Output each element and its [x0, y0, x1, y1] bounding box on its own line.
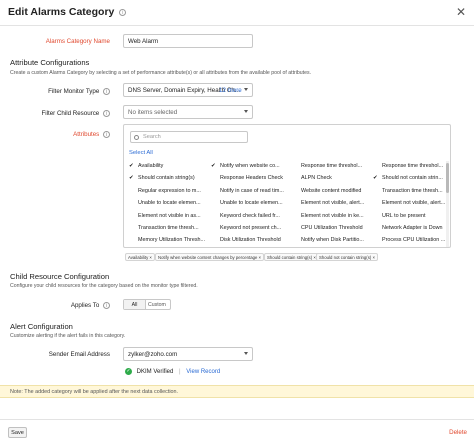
attribute-option[interactable]: Regular expression to m... [138, 188, 214, 194]
applies-to-label-text: Applies To [70, 302, 100, 310]
more-link[interactable]: 12 more [219, 87, 242, 94]
category-name-input[interactable]: Web Alarm [123, 34, 253, 48]
attribute-option[interactable]: Should contain string(s) [138, 175, 214, 181]
attribute-option[interactable]: Notify when website co... [220, 163, 296, 169]
attribute-option[interactable]: Website content modified [301, 188, 377, 194]
attribute-option[interactable]: URL to be present [382, 213, 452, 219]
attribute-option[interactable]: Network Adapter is Down [382, 225, 452, 231]
scrollbar-thumb[interactable] [446, 163, 449, 193]
applies-to-segmented-control: All Custom [123, 299, 171, 310]
note-banner: Note: The added category will be applied… [0, 385, 474, 398]
attribute-option[interactable]: ALPN Check [301, 175, 377, 181]
dialog-header: Edit Alarms Category i ✕ [0, 0, 474, 26]
info-icon[interactable]: i [119, 8, 127, 16]
sender-email-label: Sender Email Address [48, 351, 110, 358]
sender-email-select[interactable]: zylker@zoho.com [123, 347, 253, 361]
category-name-label: Alarms Category Name [45, 38, 110, 45]
attribute-chip[interactable]: Should not contain string(s) × [316, 253, 379, 261]
dkim-separator: | [179, 369, 181, 376]
info-icon[interactable]: i [103, 131, 110, 138]
attributes-panel: Search Select All ✔ Availability ✔ Notify w… [123, 124, 451, 248]
attribute-option[interactable]: Transaction time thresh... [382, 188, 452, 194]
attribute-option[interactable]: CPU Utilization Threshold [301, 225, 377, 231]
edit-alarms-category-dialog: Edit Alarms Category i ✕ Alarms Category… [0, 0, 474, 445]
alert-config-title: Alert Configuration [10, 322, 73, 331]
attribute-chip[interactable]: Availability × [125, 253, 155, 261]
dkim-status-text: DKIM Verified [136, 369, 174, 376]
attribute-option[interactable]: Unable to locate elemen... [138, 200, 214, 206]
attribute-option[interactable]: Notify in case of read tim... [220, 188, 296, 194]
select-all-link[interactable]: Select All [129, 150, 153, 156]
info-icon[interactable]: i [103, 302, 110, 309]
attribute-option[interactable]: Element not visible in as... [138, 213, 214, 219]
attribute-option[interactable]: Should not contain strin... [382, 175, 452, 181]
attributes-label: Attributes i [0, 131, 110, 138]
dkim-status: ✓ DKIM Verified | View Record [125, 368, 220, 375]
info-icon[interactable]: i [103, 110, 110, 117]
attributes-search-input[interactable]: Search [130, 131, 248, 143]
attribute-option[interactable]: Element not visible, alert... [301, 200, 377, 206]
delete-link[interactable]: Delete [449, 429, 467, 436]
alert-config-subtitle: Customize alerting if the alert fails in… [10, 333, 126, 339]
attribute-option[interactable]: Process CPU Utilization ... [382, 237, 452, 243]
check-icon: ✔ [373, 175, 378, 182]
chevron-down-icon [244, 88, 248, 91]
attributes-scrollbar[interactable] [446, 161, 449, 247]
attribute-option[interactable]: Transaction time thresh... [138, 225, 214, 231]
attribute-option[interactable]: Element not visible, alert... [382, 200, 452, 206]
search-icon [134, 134, 139, 140]
child-resource-config-title: Child Resource Configuration [10, 272, 110, 281]
attribute-option[interactable]: Element not visible in ke... [301, 213, 377, 219]
applies-to-label: Applies To i [0, 302, 110, 309]
dialog-footer: Save Delete [0, 419, 474, 445]
applies-to-all-option[interactable]: All [124, 300, 146, 309]
attributes-label-text: Attributes [73, 131, 100, 139]
attribute-option[interactable]: Response time threshol... [382, 163, 452, 169]
attribute-option[interactable]: Availability [138, 163, 214, 169]
attribute-config-subtitle: Create a custom Alarms Category by selec… [10, 70, 312, 76]
save-button[interactable]: Save [8, 427, 27, 438]
check-icon: ✔ [211, 163, 216, 169]
attribute-option[interactable]: Keyword check failed fr... [220, 213, 296, 219]
attribute-option[interactable]: Notify when Disk Partitio... [301, 237, 377, 243]
applies-to-custom-option[interactable]: Custom [148, 302, 166, 308]
search-placeholder: Search [143, 134, 161, 140]
check-icon: ✔ [129, 163, 134, 169]
attribute-option[interactable]: Memory Utilization Thresh... [138, 237, 214, 243]
info-icon[interactable]: i [103, 88, 110, 95]
filter-child-resource-label-text: Filter Child Resource [41, 110, 100, 118]
attribute-chip[interactable]: Should contain string(s) × [264, 253, 319, 261]
child-resource-config-subtitle: Configure your child resources for the c… [10, 283, 198, 289]
filter-monitor-type-select[interactable]: DNS Server, Domain Expiry, Health Ch... … [123, 83, 253, 97]
attribute-option[interactable]: Unable to locate elemen... [220, 200, 296, 206]
attribute-option[interactable]: Response time threshol... [301, 163, 377, 169]
attribute-chip[interactable]: Notify when website content changes by p… [155, 253, 265, 261]
attribute-option[interactable]: Response Headers Check [220, 175, 296, 181]
sender-email-value: zylker@zoho.com [128, 351, 178, 358]
attribute-config-title: Attribute Configurations [10, 58, 90, 67]
dialog-title: Edit Alarms Category i [8, 6, 127, 18]
attribute-option[interactable]: Keyword not present ch... [220, 225, 296, 231]
filter-child-resource-label: Filter Child Resource i [0, 110, 110, 117]
check-icon: ✔ [129, 175, 134, 182]
filter-monitor-type-label-text: Filter Monitor Type [48, 88, 100, 96]
close-icon[interactable]: ✕ [456, 5, 466, 19]
filter-monitor-type-label: Filter Monitor Type i [0, 88, 110, 95]
verified-check-icon: ✓ [125, 368, 132, 375]
filter-child-resource-value: No items selected [128, 109, 178, 116]
chevron-down-icon [244, 110, 248, 113]
dialog-title-text: Edit Alarms Category [8, 6, 115, 18]
view-record-link[interactable]: View Record [186, 369, 220, 375]
attribute-option[interactable]: Disk Utilization Threshold [220, 237, 296, 243]
filter-child-resource-select[interactable]: No items selected [123, 105, 253, 119]
chevron-down-icon [244, 352, 248, 355]
